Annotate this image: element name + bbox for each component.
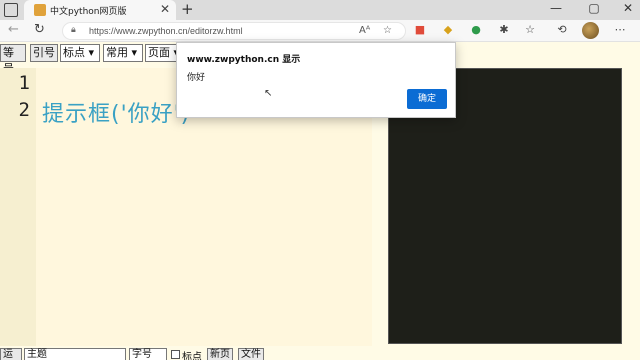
collections-icon[interactable]: ☆ xyxy=(522,23,538,36)
dialog-title: www.zwpython.cn 显示 xyxy=(187,55,301,65)
dialog-message: 你好 xyxy=(187,73,206,83)
extension-yellow-icon[interactable]: ◆ xyxy=(440,23,456,36)
equals-button[interactable]: 等号 xyxy=(0,44,26,75)
read-aloud-icon[interactable]: Aᴬ xyxy=(359,25,370,36)
run-button[interactable]: 运行 xyxy=(0,348,22,360)
site-favicon-icon xyxy=(34,4,46,16)
punctuation-checkbox[interactable] xyxy=(171,350,180,359)
navigation-bar: ← ↻ 🔒︎ https://www.zwpython.cn/editorzw.… xyxy=(0,20,640,42)
line-number: 2 xyxy=(18,99,30,121)
favorite-icon[interactable]: ☆ xyxy=(383,25,392,36)
maximize-icon[interactable]: ▢ xyxy=(584,1,604,15)
profile-avatar[interactable] xyxy=(582,22,599,39)
new-tab-button[interactable]: + xyxy=(181,0,194,18)
extensions-puzzle-icon[interactable]: ✱ xyxy=(496,23,512,36)
bottom-toolbar: 运行 主题 字号 标点 新页 文件 xyxy=(0,348,640,360)
file-button[interactable]: 文件 xyxy=(238,348,264,360)
more-menu-icon[interactable]: ⋯ xyxy=(612,23,628,36)
tab-title: 中文python网页版 xyxy=(50,7,127,17)
title-bar: 中文python网页版 ✕ + — ▢ ✕ xyxy=(0,0,640,20)
history-icon[interactable]: ⟲ xyxy=(554,23,570,36)
browser-tab[interactable]: 中文python网页版 ✕ xyxy=(24,0,176,20)
address-bar[interactable]: 🔒︎ https://www.zwpython.cn/editorzw.html… xyxy=(62,22,406,40)
alert-dialog: www.zwpython.cn 显示 你好 确定 xyxy=(176,42,456,118)
minimize-icon[interactable]: — xyxy=(546,1,566,15)
font-size-select[interactable]: 字号 xyxy=(129,348,167,360)
dialog-ok-button[interactable]: 确定 xyxy=(407,89,447,109)
close-window-icon[interactable]: ✕ xyxy=(618,1,638,15)
common-select[interactable]: 常用 ▾ xyxy=(103,44,143,62)
punctuation-select[interactable]: 标点 ▾ xyxy=(60,44,100,62)
mouse-cursor-icon: ↖ xyxy=(264,88,273,99)
refresh-icon[interactable]: ↻ xyxy=(34,22,45,37)
new-page-button[interactable]: 新页 xyxy=(207,348,233,360)
quote-button[interactable]: 引号 xyxy=(30,44,58,62)
extension-red-icon[interactable]: ■ xyxy=(412,23,428,36)
theme-select[interactable]: 主题 xyxy=(24,348,126,360)
tab-close-icon[interactable]: ✕ xyxy=(160,2,170,16)
code-line: 提示框('你好') xyxy=(42,102,191,127)
punctuation-checkbox-label: 标点 xyxy=(182,352,202,360)
tab-actions-icon[interactable] xyxy=(4,3,18,17)
extension-green-icon[interactable]: ● xyxy=(468,23,484,36)
line-number-gutter: 1 2 xyxy=(0,68,36,346)
url-text: https://www.zwpython.cn/editorzw.html xyxy=(89,26,243,36)
line-number: 1 xyxy=(18,72,30,94)
lock-icon: 🔒︎ xyxy=(71,25,76,35)
back-icon[interactable]: ← xyxy=(8,22,19,37)
